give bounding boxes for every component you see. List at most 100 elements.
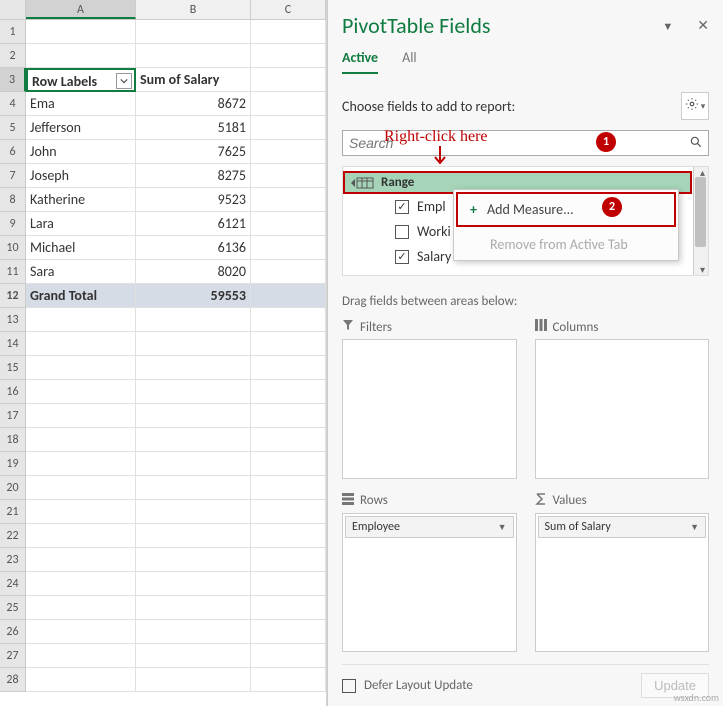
- col-header-C[interactable]: C: [251, 0, 326, 19]
- cell[interactable]: [26, 668, 136, 692]
- row-header[interactable]: 16: [0, 380, 26, 404]
- cell[interactable]: [251, 188, 326, 212]
- cell[interactable]: [136, 572, 251, 596]
- row-header[interactable]: 4: [0, 92, 26, 116]
- gear-button[interactable]: ▾: [681, 92, 709, 120]
- cell[interactable]: [136, 668, 251, 692]
- cell[interactable]: [251, 308, 326, 332]
- cell[interactable]: [26, 380, 136, 404]
- row-header[interactable]: 22: [0, 524, 26, 548]
- cell[interactable]: 5181: [136, 116, 251, 140]
- cell[interactable]: [251, 44, 326, 68]
- row-header[interactable]: 15: [0, 356, 26, 380]
- cell[interactable]: [136, 596, 251, 620]
- cell[interactable]: Jefferson: [26, 116, 136, 140]
- cell[interactable]: Michael: [26, 236, 136, 260]
- cell[interactable]: 9523: [136, 188, 251, 212]
- cell[interactable]: [26, 596, 136, 620]
- cell[interactable]: [136, 44, 251, 68]
- cell[interactable]: [251, 500, 326, 524]
- row-header[interactable]: 20: [0, 476, 26, 500]
- search-input[interactable]: [342, 130, 709, 156]
- cell[interactable]: [136, 428, 251, 452]
- row-header[interactable]: 1: [0, 20, 26, 44]
- cell[interactable]: [136, 524, 251, 548]
- spreadsheet-grid[interactable]: A B C 123Row LabelsSum of Salary4Ema8672…: [0, 0, 327, 706]
- cell[interactable]: Grand Total: [26, 284, 136, 308]
- tab-active[interactable]: Active: [342, 49, 378, 74]
- cell[interactable]: [251, 164, 326, 188]
- cell[interactable]: Joseph: [26, 164, 136, 188]
- cell[interactable]: [26, 428, 136, 452]
- cell[interactable]: [251, 428, 326, 452]
- cell[interactable]: [251, 92, 326, 116]
- cell[interactable]: [136, 452, 251, 476]
- search-icon[interactable]: [689, 135, 703, 153]
- cell[interactable]: 8672: [136, 92, 251, 116]
- row-header[interactable]: 14: [0, 332, 26, 356]
- cell[interactable]: Row Labels: [26, 68, 136, 92]
- row-header[interactable]: 19: [0, 452, 26, 476]
- cell[interactable]: [26, 404, 136, 428]
- cell[interactable]: [251, 452, 326, 476]
- row-header[interactable]: 13: [0, 308, 26, 332]
- cell[interactable]: [26, 548, 136, 572]
- cell[interactable]: Katherine: [26, 188, 136, 212]
- checkbox-icon[interactable]: [395, 225, 409, 239]
- cell[interactable]: [251, 476, 326, 500]
- cell[interactable]: [251, 260, 326, 284]
- row-header[interactable]: 10: [0, 236, 26, 260]
- cell[interactable]: [26, 356, 136, 380]
- col-header-A[interactable]: A: [26, 0, 136, 19]
- cell[interactable]: 8275: [136, 164, 251, 188]
- cell[interactable]: 8020: [136, 260, 251, 284]
- cell[interactable]: 6121: [136, 212, 251, 236]
- cell[interactable]: [26, 644, 136, 668]
- pane-options-caret-icon[interactable]: [662, 17, 673, 34]
- cell[interactable]: 6136: [136, 236, 251, 260]
- cell[interactable]: [251, 404, 326, 428]
- cell[interactable]: [136, 356, 251, 380]
- cell[interactable]: [26, 20, 136, 44]
- scrollbar-thumb[interactable]: [695, 177, 706, 247]
- menu-add-measure[interactable]: + Add Measure...: [456, 192, 676, 227]
- row-header[interactable]: 5: [0, 116, 26, 140]
- cell[interactable]: [26, 44, 136, 68]
- cell[interactable]: [26, 332, 136, 356]
- scroll-down-icon[interactable]: ▾: [700, 263, 705, 276]
- cell[interactable]: John: [26, 140, 136, 164]
- row-header[interactable]: 6: [0, 140, 26, 164]
- cell[interactable]: [251, 332, 326, 356]
- row-header[interactable]: 2: [0, 44, 26, 68]
- cell[interactable]: [26, 500, 136, 524]
- cell[interactable]: [251, 572, 326, 596]
- row-header[interactable]: 18: [0, 428, 26, 452]
- cell[interactable]: [136, 332, 251, 356]
- cell[interactable]: Ema: [26, 92, 136, 116]
- cell[interactable]: [26, 476, 136, 500]
- cell[interactable]: [251, 20, 326, 44]
- cell[interactable]: [251, 644, 326, 668]
- row-header[interactable]: 17: [0, 404, 26, 428]
- cell[interactable]: [136, 476, 251, 500]
- cell[interactable]: [251, 356, 326, 380]
- cell[interactable]: [26, 572, 136, 596]
- checkbox-icon[interactable]: [395, 200, 409, 214]
- cell[interactable]: [26, 308, 136, 332]
- row-header[interactable]: 11: [0, 260, 26, 284]
- row-header[interactable]: 28: [0, 668, 26, 692]
- cell[interactable]: [251, 668, 326, 692]
- cell[interactable]: Sara: [26, 260, 136, 284]
- cell[interactable]: [136, 644, 251, 668]
- select-all-corner[interactable]: [0, 0, 26, 19]
- cell[interactable]: [251, 284, 326, 308]
- close-icon[interactable]: [697, 17, 709, 34]
- cell[interactable]: 59553: [136, 284, 251, 308]
- row-header[interactable]: 26: [0, 620, 26, 644]
- row-header[interactable]: 25: [0, 596, 26, 620]
- scrollbar[interactable]: ▴ ▾: [693, 167, 708, 275]
- row-header[interactable]: 9: [0, 212, 26, 236]
- cell[interactable]: Sum of Salary: [136, 68, 251, 92]
- row-header[interactable]: 8: [0, 188, 26, 212]
- cell[interactable]: [136, 620, 251, 644]
